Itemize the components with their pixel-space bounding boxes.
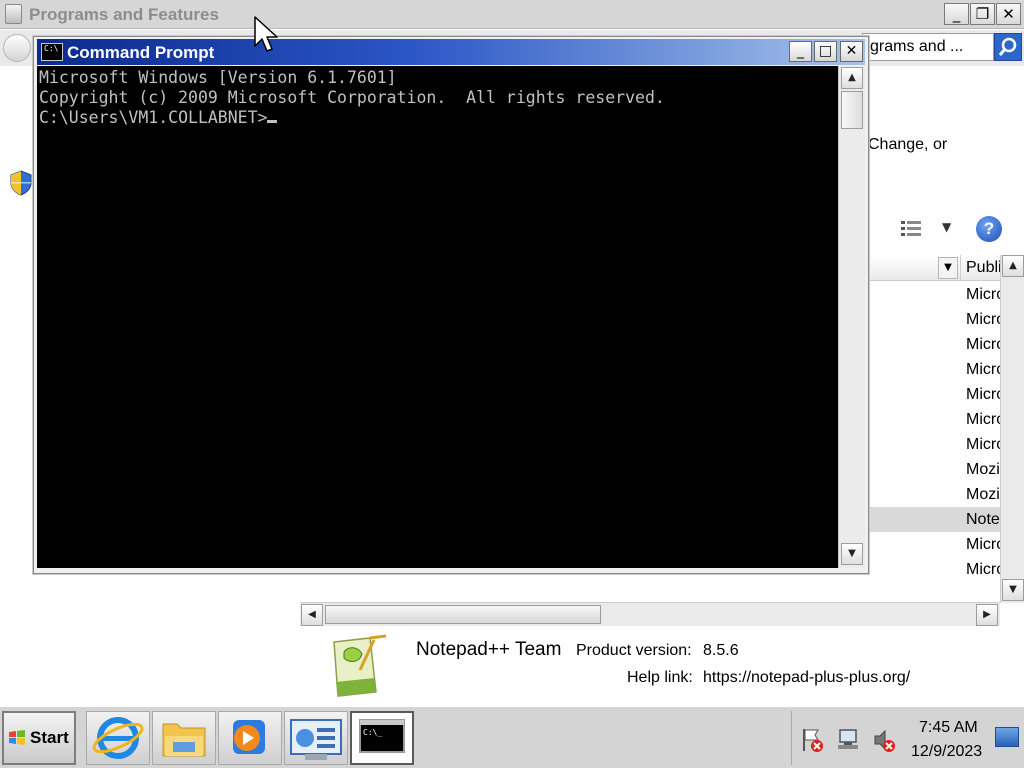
svg-text:C:\_: C:\_: [363, 728, 382, 737]
scroll-left-icon[interactable]: ◀: [301, 604, 323, 626]
console-line: Copyright (c) 2009 Microsoft Corporation…: [39, 88, 665, 107]
list-item[interactable]: Micro: [868, 532, 1000, 557]
internet-explorer-icon: [92, 717, 144, 759]
list-item[interactable]: Micro: [868, 382, 1000, 407]
help-icon[interactable]: ?: [976, 216, 1002, 242]
taskbar-server-manager[interactable]: [284, 711, 348, 765]
help-link-label: Help link:: [627, 669, 693, 686]
programs-description: Change, or: [868, 136, 948, 153]
taskbar-windows-explorer[interactable]: [152, 711, 216, 765]
restore-button[interactable]: ❐: [970, 3, 995, 25]
program-list: MicroMicroMicroMicroMicroMicroMicroMoziM…: [868, 282, 1000, 582]
list-item[interactable]: Micro: [868, 407, 1000, 432]
horizontal-scroll-thumb[interactable]: [325, 605, 601, 624]
list-item[interactable]: Note: [868, 507, 1000, 532]
programs-app-icon: [5, 4, 22, 24]
list-item[interactable]: Micro: [868, 282, 1000, 307]
taskbar-command-prompt[interactable]: C:\_: [350, 711, 414, 765]
column-header-row: ▼ Publi: [868, 255, 1000, 281]
programs-window-title: Programs and Features: [29, 5, 219, 24]
console-scroll-thumb[interactable]: [841, 91, 863, 129]
network-icon[interactable]: [836, 727, 860, 753]
taskbar-media-player[interactable]: [218, 711, 282, 765]
console-scroll-down-icon[interactable]: ▼: [841, 543, 863, 565]
search-icon: [998, 37, 1017, 56]
list-item[interactable]: Micro: [868, 332, 1000, 357]
console-vertical-scrollbar[interactable]: ▲ ▼: [838, 66, 865, 568]
list-item[interactable]: Micro: [868, 357, 1000, 382]
system-tray: 7:45 AM 12/9/2023: [791, 711, 1024, 765]
scroll-down-icon[interactable]: ▼: [1002, 579, 1024, 601]
mouse-pointer-icon: [254, 16, 278, 52]
minimize-button[interactable]: _: [944, 3, 969, 25]
scroll-right-icon[interactable]: ▶: [976, 604, 998, 626]
show-desktop-button[interactable]: [995, 727, 1019, 747]
views-icon[interactable]: [900, 219, 924, 239]
cmd-close-button[interactable]: ✕: [840, 41, 863, 62]
text-cursor: [267, 120, 278, 123]
clock-time[interactable]: 7:45 AM: [919, 719, 978, 737]
column-sort-icon[interactable]: ▼: [938, 257, 958, 279]
server-manager-icon: [290, 719, 342, 760]
console-output[interactable]: Microsoft Windows [Version 6.1.7601] Copy…: [37, 66, 838, 568]
notepadpp-icon: [333, 634, 387, 697]
command-prompt-window[interactable]: C:\ Command Prompt _ □ ✕ Microsoft Windo…: [33, 36, 869, 574]
product-version-label: Product version:: [576, 642, 692, 659]
help-link-value[interactable]: https://notepad-plus-plus.org/: [703, 669, 910, 687]
command-prompt-titlebar[interactable]: C:\ Command Prompt _ □ ✕: [37, 39, 865, 65]
details-publisher: Notepad++ Team: [416, 639, 562, 660]
list-item[interactable]: Micro: [868, 307, 1000, 332]
command-prompt-title: Command Prompt: [67, 43, 215, 62]
search-input[interactable]: grams and ...: [862, 33, 994, 61]
views-dropdown-arrow-icon[interactable]: ▼: [942, 220, 951, 234]
windows-explorer-icon: [162, 723, 206, 757]
search-button[interactable]: [994, 33, 1022, 61]
start-label: Start: [30, 728, 69, 747]
media-player-icon: [233, 720, 265, 754]
list-item[interactable]: Mozi: [868, 457, 1000, 482]
console-scroll-up-icon[interactable]: ▲: [841, 67, 863, 89]
console-prompt: C:\Users\VM1.COLLABNET>: [39, 108, 268, 127]
volume-icon[interactable]: [872, 727, 896, 753]
clock-date[interactable]: 12/9/2023: [911, 743, 982, 761]
start-button[interactable]: Start: [2, 711, 76, 765]
uac-shield-icon: [10, 170, 32, 196]
list-item[interactable]: Micro: [868, 557, 1000, 582]
list-item[interactable]: Mozi: [868, 482, 1000, 507]
windows-logo-icon: [9, 730, 25, 745]
console-prompt-line: C:\Users\VM1.COLLABNET>: [39, 108, 838, 128]
command-prompt-icon: C:\: [41, 43, 63, 61]
action-center-flag-icon[interactable]: [800, 727, 824, 753]
back-button[interactable]: [3, 34, 31, 62]
details-pane: Notepad++ Team Product version: 8.5.6 He…: [0, 628, 1024, 706]
taskbar-internet-explorer[interactable]: [86, 711, 150, 765]
programs-window-titlebar[interactable]: Programs and Features _ ❐ ✕: [0, 0, 1024, 29]
command-prompt-taskbar-icon: C:\_: [359, 719, 405, 753]
console-line: Microsoft Windows [Version 6.1.7601]: [39, 68, 397, 87]
taskbar: Start C:\_ 7:45 AM 12/9/2023: [0, 706, 1024, 768]
list-item[interactable]: Micro: [868, 432, 1000, 457]
column-header-publisher[interactable]: Publi: [960, 255, 1000, 281]
close-button[interactable]: ✕: [996, 3, 1021, 25]
program-list-vertical-scrollbar[interactable]: ▲ ▼: [1000, 255, 1024, 603]
cmd-maximize-button[interactable]: □: [814, 41, 837, 62]
product-version-value: 8.5.6: [703, 642, 739, 659]
scroll-up-icon[interactable]: ▲: [1002, 255, 1024, 277]
cmd-minimize-button[interactable]: _: [789, 41, 812, 62]
program-list-horizontal-scrollbar[interactable]: ◀ ▶: [300, 602, 1000, 626]
